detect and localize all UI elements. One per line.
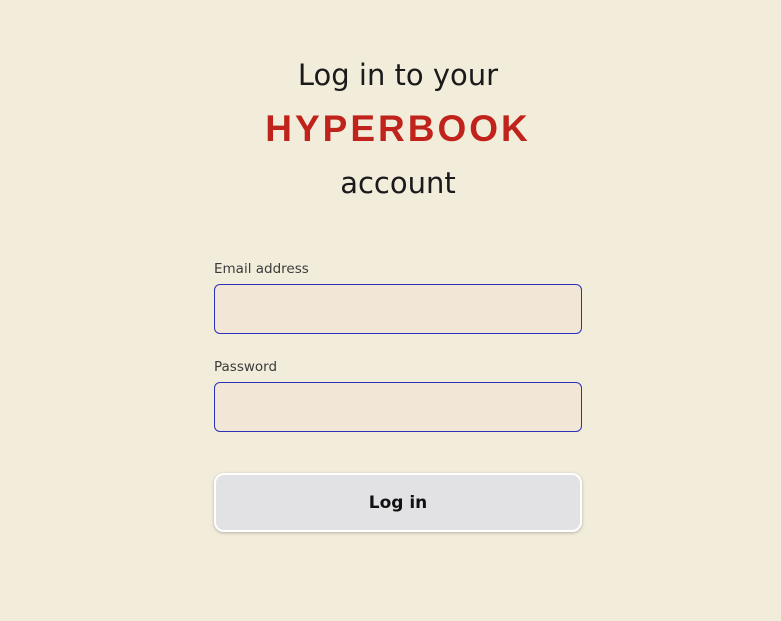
- password-field-group: Password: [214, 359, 582, 432]
- email-label: Email address: [214, 261, 309, 277]
- password-label: Password: [214, 359, 278, 375]
- login-form: Email address Password Log in: [214, 261, 582, 532]
- email-field-group: Email address: [214, 261, 582, 334]
- password-input[interactable]: [214, 382, 582, 432]
- login-button[interactable]: Log in: [214, 473, 582, 532]
- brand-logo: HYPERBOOK: [265, 108, 531, 149]
- heading-line-prefix: Log in to your: [297, 58, 499, 92]
- email-input[interactable]: [214, 284, 582, 334]
- heading-line-suffix: account: [340, 166, 456, 200]
- login-heading: Log in to your HYPERBOOK account: [0, 48, 781, 210]
